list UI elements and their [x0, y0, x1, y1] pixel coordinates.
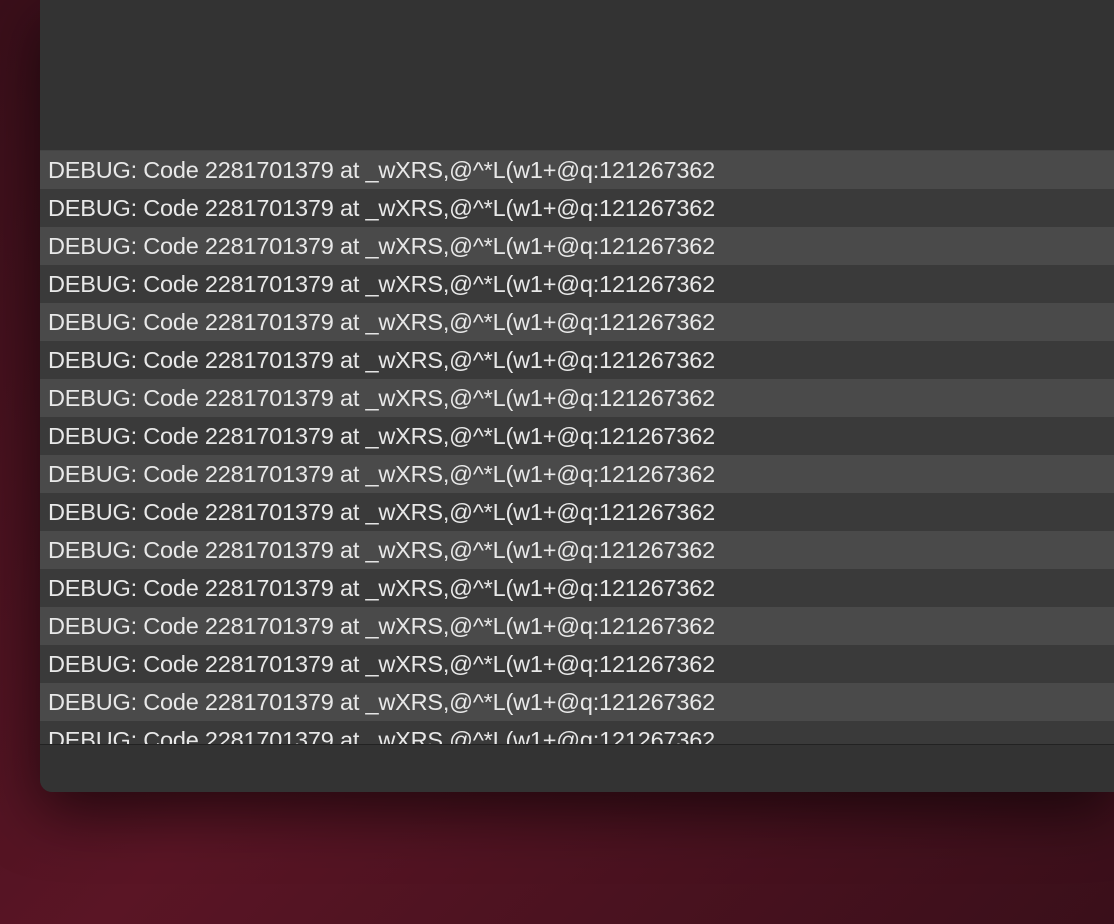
log-row[interactable]: DEBUG: Code 2281701379 at _wXRS,@^*L(w1+… [40, 721, 1114, 744]
log-row[interactable]: DEBUG: Code 2281701379 at _wXRS,@^*L(w1+… [40, 607, 1114, 645]
log-row[interactable]: DEBUG: Code 2281701379 at _wXRS,@^*L(w1+… [40, 189, 1114, 227]
log-row[interactable]: DEBUG: Code 2281701379 at _wXRS,@^*L(w1+… [40, 151, 1114, 189]
log-row[interactable]: DEBUG: Code 2281701379 at _wXRS,@^*L(w1+… [40, 417, 1114, 455]
log-text: DEBUG: Code 2281701379 at _wXRS,@^*L(w1+… [48, 613, 715, 639]
log-text: DEBUG: Code 2281701379 at _wXRS,@^*L(w1+… [48, 347, 715, 373]
log-row[interactable]: DEBUG: Code 2281701379 at _wXRS,@^*L(w1+… [40, 531, 1114, 569]
window-footer [40, 744, 1114, 792]
log-row[interactable]: DEBUG: Code 2281701379 at _wXRS,@^*L(w1+… [40, 227, 1114, 265]
log-row[interactable]: DEBUG: Code 2281701379 at _wXRS,@^*L(w1+… [40, 379, 1114, 417]
log-row[interactable]: DEBUG: Code 2281701379 at _wXRS,@^*L(w1+… [40, 341, 1114, 379]
log-text: DEBUG: Code 2281701379 at _wXRS,@^*L(w1+… [48, 157, 715, 183]
log-row[interactable]: DEBUG: Code 2281701379 at _wXRS,@^*L(w1+… [40, 455, 1114, 493]
log-text: DEBUG: Code 2281701379 at _wXRS,@^*L(w1+… [48, 461, 715, 487]
log-text: DEBUG: Code 2281701379 at _wXRS,@^*L(w1+… [48, 423, 715, 449]
log-text: DEBUG: Code 2281701379 at _wXRS,@^*L(w1+… [48, 195, 715, 221]
window-header [40, 0, 1114, 150]
log-row[interactable]: DEBUG: Code 2281701379 at _wXRS,@^*L(w1+… [40, 493, 1114, 531]
log-panel[interactable]: DEBUG: Code 2281701379 at _wXRS,@^*L(w1+… [40, 150, 1114, 744]
log-row[interactable]: DEBUG: Code 2281701379 at _wXRS,@^*L(w1+… [40, 569, 1114, 607]
app-window: DEBUG: Code 2281701379 at _wXRS,@^*L(w1+… [40, 0, 1114, 792]
log-row[interactable]: DEBUG: Code 2281701379 at _wXRS,@^*L(w1+… [40, 645, 1114, 683]
log-text: DEBUG: Code 2281701379 at _wXRS,@^*L(w1+… [48, 689, 715, 715]
log-row[interactable]: DEBUG: Code 2281701379 at _wXRS,@^*L(w1+… [40, 265, 1114, 303]
log-row[interactable]: DEBUG: Code 2281701379 at _wXRS,@^*L(w1+… [40, 303, 1114, 341]
log-row[interactable]: DEBUG: Code 2281701379 at _wXRS,@^*L(w1+… [40, 683, 1114, 721]
log-text: DEBUG: Code 2281701379 at _wXRS,@^*L(w1+… [48, 727, 715, 744]
log-text: DEBUG: Code 2281701379 at _wXRS,@^*L(w1+… [48, 499, 715, 525]
log-text: DEBUG: Code 2281701379 at _wXRS,@^*L(w1+… [48, 309, 715, 335]
log-text: DEBUG: Code 2281701379 at _wXRS,@^*L(w1+… [48, 233, 715, 259]
log-text: DEBUG: Code 2281701379 at _wXRS,@^*L(w1+… [48, 537, 715, 563]
log-text: DEBUG: Code 2281701379 at _wXRS,@^*L(w1+… [48, 575, 715, 601]
log-text: DEBUG: Code 2281701379 at _wXRS,@^*L(w1+… [48, 651, 715, 677]
log-text: DEBUG: Code 2281701379 at _wXRS,@^*L(w1+… [48, 385, 715, 411]
log-text: DEBUG: Code 2281701379 at _wXRS,@^*L(w1+… [48, 271, 715, 297]
